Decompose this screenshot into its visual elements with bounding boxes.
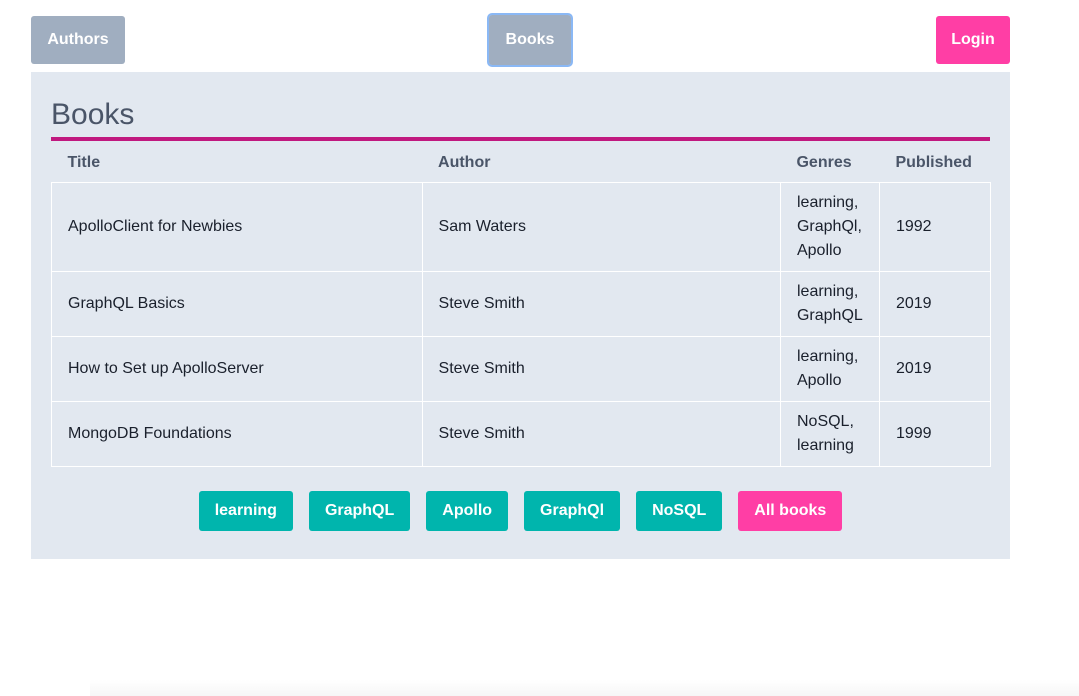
table-row: GraphQL Basics Steve Smith learning, Gra…: [51, 270, 992, 337]
page-bottom-shadow: [90, 680, 1079, 696]
genre-line: Apollo: [796, 371, 842, 389]
filter-graphql-button[interactable]: GraphQL: [308, 491, 411, 531]
login-button[interactable]: Login: [936, 16, 1010, 64]
cell-title: ApolloClient for Newbies: [51, 181, 423, 272]
cell-genres: NoSQL, learning: [779, 400, 880, 467]
genre-line: GraphQL: [796, 306, 863, 324]
genre-line: NoSQL,: [796, 412, 854, 430]
all-books-button[interactable]: All books: [738, 491, 843, 531]
cell-title: MongoDB Foundations: [51, 400, 423, 467]
genre-line: Apollo: [796, 241, 842, 259]
books-nav-button[interactable]: Books: [487, 13, 573, 67]
genre-line: learning,: [796, 347, 859, 365]
genre-line: learning,: [796, 282, 859, 300]
table-row: How to Set up ApolloServer Steve Smith l…: [51, 335, 992, 402]
genre-line: GraphQl,: [796, 217, 862, 235]
cell-author: Steve Smith: [421, 400, 781, 467]
cell-author: Steve Smith: [421, 335, 781, 402]
books-table: Title Author Genres Published ApolloClie…: [51, 144, 992, 467]
cell-genres: learning, GraphQL: [779, 270, 880, 337]
books-panel: Books Title Author Genres Published Apol…: [31, 72, 1010, 559]
cell-genres: learning, Apollo: [779, 335, 880, 402]
cell-published: 1999: [878, 400, 992, 467]
cell-title: GraphQL Basics: [51, 270, 423, 337]
table-row: ApolloClient for Newbies Sam Waters lear…: [51, 181, 992, 272]
column-header-genres: Genres: [796, 153, 852, 171]
title-divider: [51, 137, 990, 141]
cell-published: 2019: [878, 270, 992, 337]
page-title: Books: [51, 98, 135, 131]
cell-genres: learning, GraphQl, Apollo: [779, 181, 880, 272]
genre-line: learning: [796, 436, 854, 454]
cell-author: Steve Smith: [421, 270, 781, 337]
filter-nosql-button[interactable]: NoSQL: [636, 491, 723, 531]
column-header-author: Author: [438, 153, 491, 171]
cell-published: 1992: [878, 181, 992, 272]
cell-published: 2019: [878, 335, 992, 402]
cell-author: Sam Waters: [421, 181, 781, 272]
genre-line: learning,: [796, 193, 859, 211]
filter-learning-button[interactable]: learning: [198, 491, 293, 531]
genre-filter-bar: learning GraphQL Apollo GraphQl NoSQL Al…: [31, 491, 1010, 531]
authors-nav-button[interactable]: Authors: [31, 16, 125, 64]
table-header-row: Title Author Genres Published: [52, 144, 991, 182]
filter-graphql-lower-button[interactable]: GraphQl: [524, 491, 621, 531]
column-header-published: Published: [895, 153, 972, 171]
cell-title: How to Set up ApolloServer: [51, 335, 423, 402]
table-row: MongoDB Foundations Steve Smith NoSQL, l…: [51, 400, 992, 467]
column-header-title: Title: [67, 153, 101, 171]
filter-apollo-button[interactable]: Apollo: [426, 491, 509, 531]
